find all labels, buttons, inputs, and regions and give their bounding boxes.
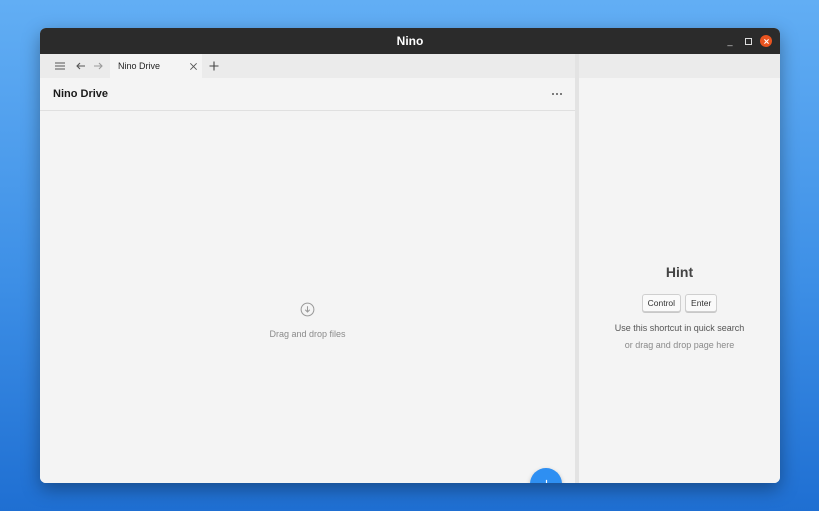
title-bar: Nino _ — [40, 28, 780, 54]
right-pane: Hint Control Enter Use this shortcut in … — [579, 54, 780, 483]
left-pane: Nino Drive Nino Drive Drag and drop file… — [40, 54, 575, 483]
hint-secondary: or drag and drop page here — [624, 340, 735, 350]
tab-bar: Nino Drive — [40, 54, 575, 78]
right-tab-strip — [579, 54, 780, 78]
app-window: Nino _ Nino Drive Nino Drive Drag and dr… — [40, 28, 780, 483]
hint-description: Use this shortcut in quick search — [614, 323, 745, 333]
shortcut-keys: Control Enter — [579, 294, 780, 312]
forward-arrow-icon[interactable] — [90, 58, 106, 74]
more-horizontal-icon[interactable] — [549, 88, 565, 100]
back-arrow-icon[interactable] — [73, 58, 89, 74]
window-title: Nino — [396, 34, 424, 48]
download-circle-icon — [300, 302, 315, 317]
plus-icon[interactable] — [206, 58, 222, 74]
page-header: Nino Drive — [40, 78, 575, 111]
window-controls: _ — [724, 35, 772, 47]
add-button[interactable] — [530, 468, 562, 483]
close-icon[interactable] — [760, 35, 772, 47]
tab-nino-drive[interactable]: Nino Drive — [110, 54, 202, 78]
tab-label: Nino Drive — [118, 61, 161, 71]
menu-icon[interactable] — [52, 58, 68, 74]
hint-title: Hint — [665, 264, 694, 280]
close-icon[interactable] — [186, 59, 200, 73]
maximize-icon[interactable] — [742, 35, 754, 47]
drop-zone-text: Drag and drop files — [269, 329, 346, 339]
key-control: Control — [641, 294, 682, 312]
page-title: Nino Drive — [53, 88, 109, 100]
plus-icon — [545, 479, 547, 483]
minimize-icon[interactable]: _ — [724, 35, 736, 47]
key-enter: Enter — [685, 294, 718, 312]
